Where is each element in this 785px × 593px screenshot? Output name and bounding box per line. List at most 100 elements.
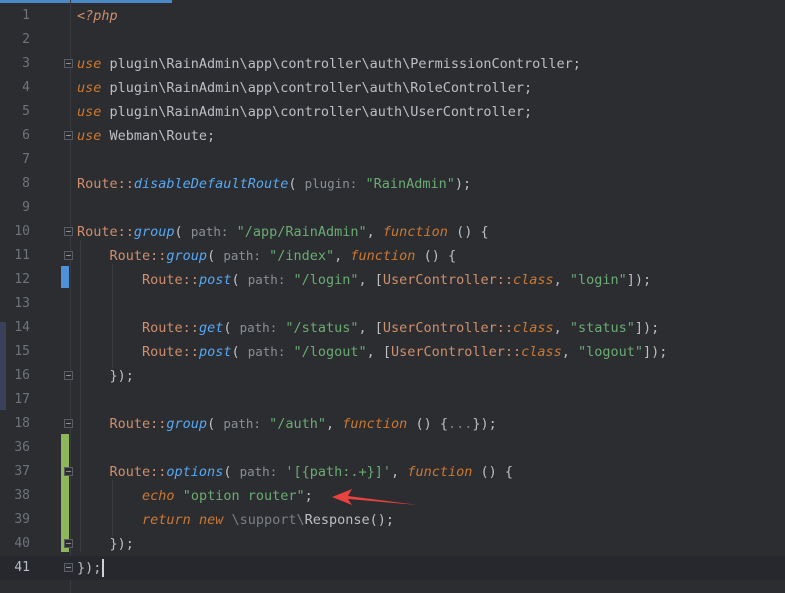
code-token: echo	[142, 488, 175, 504]
code-line[interactable]: 5 use plugin\RainAdmin\app\controller\aut…	[0, 100, 785, 124]
change-marker-modified[interactable]	[61, 266, 69, 288]
code-text[interactable]: });	[77, 556, 105, 580]
code-text[interactable]: Route::options( path: '[{path:.+}]', fun…	[77, 460, 513, 484]
code-token: ::	[150, 416, 167, 432]
code-text[interactable]: });	[77, 364, 134, 388]
code-text[interactable]: Route::get( path: "/status", [UserContro…	[77, 316, 659, 340]
code-token: function	[350, 248, 416, 264]
line-number[interactable]: 41	[0, 556, 30, 580]
code-line[interactable]: 12 Route::post( path: "/login", [UserCon…	[0, 268, 785, 292]
code-token: ,	[391, 464, 408, 480]
code-text[interactable]: use plugin\RainAdmin\app\controller\auth…	[77, 52, 581, 76]
active-tab-indicator	[0, 0, 172, 3]
code-text[interactable]: Route::post( path: "/logout", [UserContr…	[77, 340, 667, 364]
code-token: "/login"	[293, 272, 359, 288]
code-line[interactable]: 17	[0, 388, 785, 412]
fold-toggle-icon[interactable]	[64, 419, 73, 428]
code-line[interactable]: 15 Route::post( path: "/logout", [UserCo…	[0, 340, 785, 364]
indent-guide	[80, 240, 81, 552]
code-text[interactable]: <?php	[77, 4, 118, 28]
code-token: ,	[553, 320, 570, 336]
line-number[interactable]: 10	[0, 220, 30, 244]
line-number[interactable]: 3	[0, 52, 30, 76]
fold-toggle-icon[interactable]	[64, 131, 73, 140]
change-marker-added[interactable]	[61, 434, 69, 552]
line-number[interactable]: 9	[0, 196, 30, 220]
line-number[interactable]: 37	[0, 460, 30, 484]
code-line[interactable]: 16 });	[0, 364, 785, 388]
code-line[interactable]: 37 Route::options( path: '[{path:.+}]', …	[0, 460, 785, 484]
line-number[interactable]: 12	[0, 268, 30, 292]
code-editor[interactable]: 1 <?php 2 3 use plugin\RainAdmin\app\control…	[0, 0, 785, 593]
line-number[interactable]: 11	[0, 244, 30, 268]
line-number[interactable]: 1	[0, 4, 30, 28]
code-text[interactable]: use plugin\RainAdmin\app\controller\auth…	[77, 76, 532, 100]
code-line[interactable]: 1 <?php	[0, 4, 785, 28]
code-token: ,	[334, 248, 351, 264]
line-number[interactable]: 8	[0, 172, 30, 196]
line-number[interactable]: 13	[0, 292, 30, 316]
code-line[interactable]: 11 Route::group( path: "/index", functio…	[0, 244, 785, 268]
code-token: Route	[142, 344, 183, 360]
code-text[interactable]: Route::group( path: "/auth", function ()…	[77, 412, 497, 436]
code-text[interactable]: Route::disableDefaultRoute( plugin: "Rai…	[77, 172, 471, 196]
code-token: use	[77, 80, 102, 96]
code-token: (	[223, 320, 240, 336]
code-line[interactable]: 14 Route::get( path: "/status", [UserCon…	[0, 316, 785, 340]
line-number[interactable]: 38	[0, 484, 30, 508]
fold-toggle-icon[interactable]	[64, 371, 73, 380]
code-token: (	[207, 248, 224, 264]
code-line[interactable]: 7	[0, 148, 785, 172]
fold-toggle-icon[interactable]	[64, 467, 73, 476]
line-number[interactable]: 7	[0, 148, 30, 172]
code-line[interactable]: 13	[0, 292, 785, 316]
code-token: Route	[142, 272, 183, 288]
fold-toggle-icon[interactable]	[64, 59, 73, 68]
code-line[interactable]: 8 Route::disableDefaultRoute( plugin: "Ra…	[0, 172, 785, 196]
code-token: plugin\RainAdmin\app\controller\auth\Rol…	[101, 80, 533, 96]
code-line[interactable]: 10 Route::group( path: "/app/RainAdmin", …	[0, 220, 785, 244]
code-token: ...	[447, 416, 473, 432]
fold-toggle-icon[interactable]	[64, 539, 73, 548]
code-line[interactable]: 36	[0, 436, 785, 460]
code-token: ::	[182, 272, 199, 288]
code-line[interactable]: 2	[0, 28, 785, 52]
code-token: Route	[109, 416, 151, 432]
code-text[interactable]: return new \support\Response();	[77, 508, 394, 532]
code-text[interactable]: Route::post( path: "/login", [UserContro…	[77, 268, 651, 292]
code-token: ::	[117, 224, 134, 240]
code-line[interactable]: 9	[0, 196, 785, 220]
code-token: Route	[109, 464, 151, 480]
code-line[interactable]: 18 Route::group( path: "/auth", function…	[0, 412, 785, 436]
fold-toggle-icon[interactable]	[64, 227, 73, 236]
line-number[interactable]: 2	[0, 28, 30, 52]
line-number[interactable]: 39	[0, 508, 30, 532]
line-number[interactable]: 4	[0, 76, 30, 100]
code-token: , [	[366, 344, 392, 360]
code-token: ::	[496, 272, 513, 288]
code-text[interactable]: Route::group( path: "/app/RainAdmin", fu…	[77, 220, 489, 244]
fold-toggle-icon[interactable]	[64, 563, 73, 572]
code-line[interactable]: 39 return new \support\Response();	[0, 508, 785, 532]
fold-toggle-icon[interactable]	[64, 251, 73, 260]
line-number[interactable]: 5	[0, 100, 30, 124]
line-number[interactable]: 18	[0, 412, 30, 436]
code-line[interactable]: 3 use plugin\RainAdmin\app\controller\aut…	[0, 52, 785, 76]
line-number[interactable]: 36	[0, 436, 30, 460]
code-text[interactable]: });	[77, 532, 134, 556]
code-line[interactable]: 4 use plugin\RainAdmin\app\controller\aut…	[0, 76, 785, 100]
code-text[interactable]: Route::group( path: "/index", function (…	[77, 244, 457, 268]
code-token: plugin\RainAdmin\app\controller\auth\Use…	[101, 104, 533, 120]
code-token: post	[198, 272, 232, 288]
code-line[interactable]: 40 });	[0, 532, 785, 556]
line-number[interactable]: 6	[0, 124, 30, 148]
code-line[interactable]: 41});	[0, 556, 785, 580]
code-text[interactable]: use plugin\RainAdmin\app\controller\auth…	[77, 100, 532, 124]
code-text[interactable]: use Webman\Route;	[77, 124, 215, 148]
line-number[interactable]: 40	[0, 532, 30, 556]
code-line[interactable]: 6 use Webman\Route;	[0, 124, 785, 148]
